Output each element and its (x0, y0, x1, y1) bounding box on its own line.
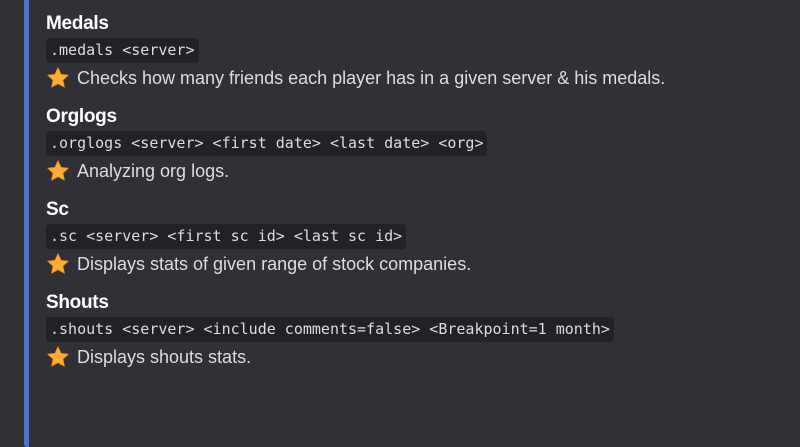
star-icon (47, 346, 69, 367)
command-code[interactable]: .medals <server> (46, 38, 199, 63)
field-description: Analyzing org logs. (46, 159, 790, 183)
embed-fields: Medals .medals <server> Checks how many … (46, 12, 790, 384)
description-text: Displays stats of given range of stock c… (77, 254, 472, 274)
field-description: Displays shouts stats. (46, 345, 790, 369)
field-description: Displays stats of given range of stock c… (46, 252, 790, 276)
field-title: Medals (46, 13, 109, 34)
command-code[interactable]: .shouts <server> <include comments=false… (46, 317, 614, 342)
bot-help-embed: Medals .medals <server> Checks how many … (0, 0, 800, 447)
field-sc: Sc .sc <server> <first sc id> <last sc i… (46, 198, 790, 276)
field-shouts: Shouts .shouts <server> <include comment… (46, 291, 790, 369)
field-description: Checks how many friends each player has … (46, 66, 790, 90)
description-text: Analyzing org logs. (77, 161, 230, 181)
star-icon (47, 67, 69, 88)
description-text: Displays shouts stats. (77, 347, 252, 367)
field-title: Orglogs (46, 106, 117, 127)
field-orglogs: Orglogs .orglogs <server> <first date> <… (46, 105, 790, 183)
field-title: Shouts (46, 292, 109, 313)
embed-accent-bar (24, 0, 29, 447)
field-title: Sc (46, 199, 69, 220)
star-icon (47, 160, 69, 181)
field-medals: Medals .medals <server> Checks how many … (46, 12, 790, 90)
command-code[interactable]: .sc <server> <first sc id> <last sc id> (46, 224, 407, 249)
star-icon (47, 253, 69, 274)
description-text: Checks how many friends each player has … (77, 68, 666, 88)
command-code[interactable]: .orglogs <server> <first date> <last dat… (46, 131, 488, 156)
